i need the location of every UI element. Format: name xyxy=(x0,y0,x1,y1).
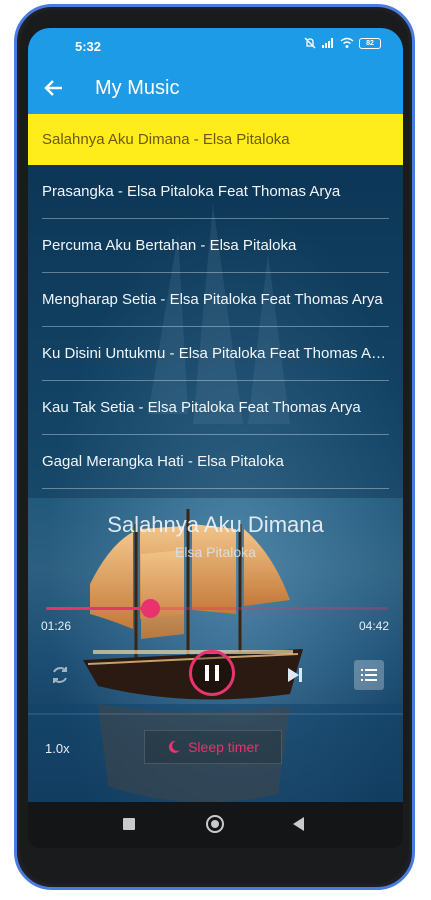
sleep-timer-button[interactable]: Sleep timer xyxy=(144,730,282,764)
seek-bar-thumb[interactable] xyxy=(141,599,161,618)
recents-square-icon[interactable] xyxy=(123,818,135,830)
back-arrow-icon[interactable] xyxy=(42,76,66,100)
page-title: My Music xyxy=(95,77,180,99)
now-playing-title: Salahnya Aku Dimana xyxy=(107,512,324,537)
mute-icon xyxy=(304,37,316,49)
signal-icon xyxy=(322,38,333,48)
total-time: 04:42 xyxy=(358,619,389,633)
skip-next-icon[interactable] xyxy=(284,664,306,686)
repeat-icon[interactable] xyxy=(48,663,72,687)
system-nav-bar xyxy=(28,802,403,848)
song-list-item[interactable]: Ku Disini Untukmu - Elsa Pitaloka Feat T… xyxy=(42,327,389,381)
song-list: Salahnya Aku Dimana - Elsa Pitaloka Pras… xyxy=(28,114,403,498)
back-triangle-icon[interactable] xyxy=(293,817,304,831)
app-bar: My Music xyxy=(28,62,403,114)
screen: 5:32 82 My Music Salahnya Aku Dimana - E… xyxy=(28,28,403,848)
status-time: 5:32 xyxy=(75,39,102,54)
pause-icon xyxy=(205,665,219,681)
song-list-item[interactable]: Percuma Aku Bertahan - Elsa Pitaloka xyxy=(42,219,389,273)
battery-icon: 82 xyxy=(359,37,381,49)
moon-icon xyxy=(168,740,181,753)
pause-button[interactable] xyxy=(189,650,235,696)
home-circle-icon[interactable] xyxy=(206,815,224,833)
song-list-item[interactable]: Gagal Merangka Hati - Elsa Pitaloka xyxy=(42,435,389,489)
player-panel: Salahnya Aku Dimana Elsa Pitaloka 01:26 … xyxy=(28,498,403,802)
playback-speed[interactable]: 1.0x xyxy=(45,741,70,756)
song-list-item-selected[interactable]: Salahnya Aku Dimana - Elsa Pitaloka xyxy=(28,114,403,165)
song-list-item[interactable]: Kau Tak Setia - Elsa Pitaloka Feat Thoma… xyxy=(42,381,389,435)
playlist-icon xyxy=(361,669,377,681)
sleep-timer-label: Sleep timer xyxy=(188,739,259,755)
song-list-item[interactable]: Mengharap Setia - Elsa Pitaloka Feat Tho… xyxy=(42,273,389,327)
elapsed-time: 01:26 xyxy=(41,619,72,633)
playlist-button[interactable] xyxy=(354,660,384,690)
status-bar: 5:32 82 xyxy=(28,28,403,62)
wifi-icon xyxy=(340,37,354,48)
seek-bar[interactable] xyxy=(46,599,388,618)
seek-bar-progress xyxy=(46,607,151,610)
now-playing-artist: Elsa Pitaloka xyxy=(175,544,256,560)
status-icons: 82 xyxy=(304,37,381,49)
song-list-item[interactable]: Prasangka - Elsa Pitaloka Feat Thomas Ar… xyxy=(42,165,389,219)
